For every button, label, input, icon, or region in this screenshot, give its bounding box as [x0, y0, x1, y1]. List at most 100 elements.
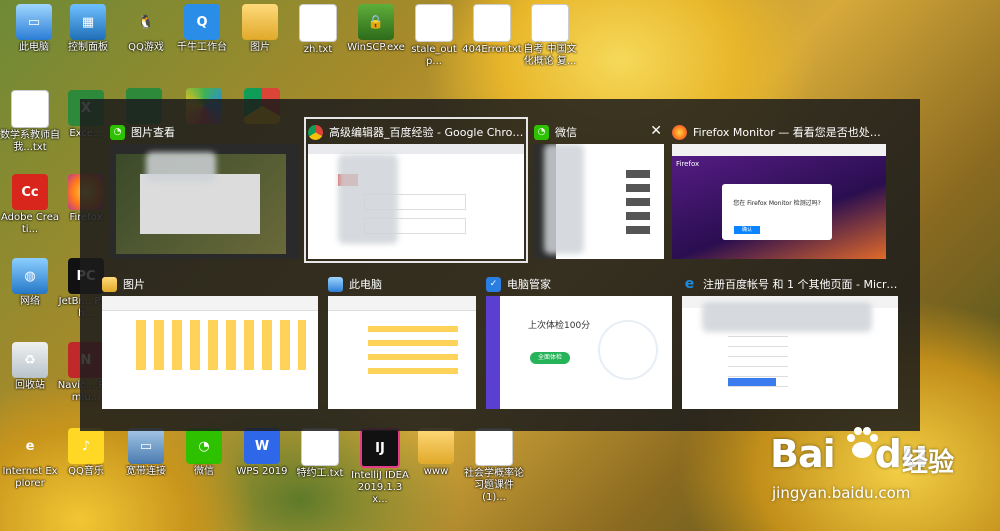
desktop-icon-label: 图片: [250, 42, 270, 53]
network-icon: ◍: [12, 258, 48, 294]
desktop-icon-adobe-cc[interactable]: Cc Adobe Creati...: [0, 174, 60, 236]
computer-icon: ▭: [16, 4, 52, 40]
window-thumbnail: [328, 296, 476, 409]
desktop-icon-stale-output[interactable]: ≡ stale_outp...: [404, 4, 464, 68]
switcher-window-firefox[interactable]: Firefox Monitor — 看看您是否也处于... Firefox 您在…: [672, 121, 886, 259]
task-switcher: ◔ 图片查看 高级编辑器_百度经验 - Google Chrome ◔ 微信 ✕: [80, 99, 920, 431]
desktop-icon-broadband[interactable]: ▭ 宽带连接: [116, 428, 176, 478]
desktop-icon-www[interactable]: www: [406, 428, 466, 478]
blurred-region: [702, 302, 872, 332]
desktop-icon-recycle-bin[interactable]: ♻ 回收站: [0, 342, 60, 392]
desktop-icon-network[interactable]: ◍ 网络: [0, 258, 60, 308]
word-doc-icon: W: [11, 90, 49, 128]
text-file-icon: ≡: [301, 428, 339, 466]
pc-manager-score: 上次体检100分: [528, 321, 591, 331]
desktop-icon-label: 网络: [20, 296, 40, 307]
wechat-icon: ◔: [110, 124, 125, 140]
window-header: Firefox Monitor — 看看您是否也处于...: [672, 121, 886, 143]
pc-manager-icon: ✓: [486, 276, 501, 292]
switcher-window-wechat[interactable]: ◔ 微信 ✕: [534, 121, 664, 259]
desktop-icon-label: 特约工.txt: [296, 468, 344, 479]
desktop-icon-wps[interactable]: W WPS 2019: [232, 428, 292, 478]
desktop-icon-label: WinSCP.exe: [347, 42, 405, 53]
desktop-icon-label: 自考 中国文化概论 复...: [523, 44, 577, 67]
desktop-icon-label: Adobe Creati...: [1, 212, 59, 235]
window-thumbnail: [534, 144, 664, 259]
broadband-icon: ▭: [128, 428, 164, 464]
browser-tabstrip: [672, 144, 886, 156]
switcher-window-image-viewer[interactable]: ◔ 图片查看: [110, 121, 300, 259]
window-title: 注册百度帐号 和 1 个其他页面 - Micro...: [703, 278, 898, 291]
desktop-icon-wechat[interactable]: ◔ 微信: [174, 428, 234, 478]
desktop-icon-pictures[interactable]: 图片: [230, 4, 290, 54]
window-header: ✓ 电脑管家: [486, 273, 672, 295]
desktop-icon-qq-music[interactable]: ♪ QQ音乐: [56, 428, 116, 478]
ppt-icon: P: [475, 428, 513, 466]
wechat-icon: ◔: [186, 428, 222, 464]
desktop-icon-label: stale_outp...: [411, 44, 457, 67]
window-title: 图片: [123, 278, 145, 291]
window-title: 微信: [555, 126, 577, 139]
intellij-idea-icon: IJ: [360, 428, 400, 468]
desktop-icon-txt[interactable]: ≡ 特约工.txt: [290, 428, 350, 480]
desktop-icon-label: 此电脑: [19, 42, 49, 53]
window-header: e 注册百度帐号 和 1 个其他页面 - Micro...: [682, 273, 898, 295]
window-title: 电脑管家: [507, 278, 551, 291]
desktop-icon-word-doc[interactable]: W 自考 中国文化概论 复...: [520, 4, 580, 68]
paw-icon: [847, 427, 878, 458]
desktop-icon-qianniu[interactable]: Q 千牛工作台: [172, 4, 232, 54]
adobe-cc-icon: Cc: [12, 174, 48, 210]
watermark-brand-head: Bai: [770, 432, 836, 476]
window-header: ◔ 微信 ✕: [534, 121, 664, 143]
desktop-icon-label: 控制面板: [68, 42, 108, 53]
wechat-icon: ◔: [534, 124, 549, 140]
explorer-ribbon: [102, 296, 318, 311]
desktop-icon-control-panel[interactable]: ▦ 控制面板: [58, 4, 118, 54]
switcher-window-pictures-folder[interactable]: 图片: [102, 273, 318, 409]
folder-icon: [418, 428, 454, 464]
text-file-icon: ≡: [299, 4, 337, 42]
text-file-icon: ≡: [415, 4, 453, 42]
thumbnail-content: [626, 170, 650, 240]
desktop-icon-qq-game[interactable]: 🐧 QQ游戏: [116, 4, 176, 54]
desktop-icon-computer[interactable]: ▭ 此电脑: [4, 4, 64, 54]
text-file-icon: ≡: [473, 4, 511, 42]
desktop-icon-teacher-doc[interactable]: W 数学系教师自我...txt: [0, 90, 60, 154]
window-title: 高级编辑器_百度经验 - Google Chrome: [329, 126, 524, 139]
firefox-dialog-title: 您在 Firefox Monitor 检测过吗?: [733, 200, 821, 207]
pc-manager-scan-button: 全面体检: [530, 352, 570, 364]
desktop-icon-internet-explorer[interactable]: e Internet Explorer: [0, 428, 60, 490]
firefox-brand: Firefox: [676, 160, 700, 168]
desktop-icon-zh-txt[interactable]: ≡ zh.txt: [288, 4, 348, 56]
window-header: 高级编辑器_百度经验 - Google Chrome: [308, 121, 524, 143]
qq-music-icon: ♪: [68, 428, 104, 464]
qq-game-icon: 🐧: [137, 14, 155, 30]
window-thumbnail: 上次体检100分 全面体检: [486, 296, 672, 409]
desktop-icon-label: 404Error.txt: [462, 44, 522, 55]
desktop-icon-404error[interactable]: ≡ 404Error.txt: [462, 4, 522, 56]
desktop-icon-label: 宽带连接: [126, 466, 166, 477]
desktop-icon-winscp[interactable]: 🔒 WinSCP.exe: [346, 4, 406, 54]
wps-icon: W: [244, 428, 280, 464]
desktop-icon-label: zh.txt: [303, 44, 333, 55]
control-panel-icon: ▦: [70, 4, 106, 40]
window-title: 图片查看: [131, 126, 175, 139]
folder-icon: [102, 276, 117, 292]
window-title: Firefox Monitor — 看看您是否也处于...: [693, 126, 886, 139]
desktop-icon-label: 社会学概率论习题课件(1)...: [464, 468, 524, 503]
firefox-icon: [672, 124, 687, 140]
switcher-window-chrome[interactable]: 高级编辑器_百度经验 - Google Chrome: [304, 117, 528, 263]
close-icon[interactable]: ✕: [650, 123, 662, 139]
switcher-window-edge[interactable]: e 注册百度帐号 和 1 个其他页面 - Micro...: [682, 273, 898, 409]
switcher-window-this-pc[interactable]: 此电脑: [328, 273, 476, 409]
desktop-icon-intellij[interactable]: IJ IntelliJ IDEA 2019.1.3 x...: [350, 428, 410, 506]
chrome-icon: [308, 124, 323, 140]
desktop-icon-ppt[interactable]: P 社会学概率论习题课件(1)...: [464, 428, 524, 504]
window-thumbnail: Firefox 您在 Firefox Monitor 检测过吗? 确认: [672, 144, 886, 259]
switcher-window-pc-manager[interactable]: ✓ 电脑管家 上次体检100分 全面体检: [486, 273, 672, 409]
qianniu-icon: Q: [184, 4, 220, 40]
blurred-region: [544, 144, 584, 254]
desktop-icon-label: 微信: [194, 466, 214, 477]
desktop-icon-label: QQ游戏: [128, 42, 164, 53]
blurred-region: [146, 152, 216, 182]
